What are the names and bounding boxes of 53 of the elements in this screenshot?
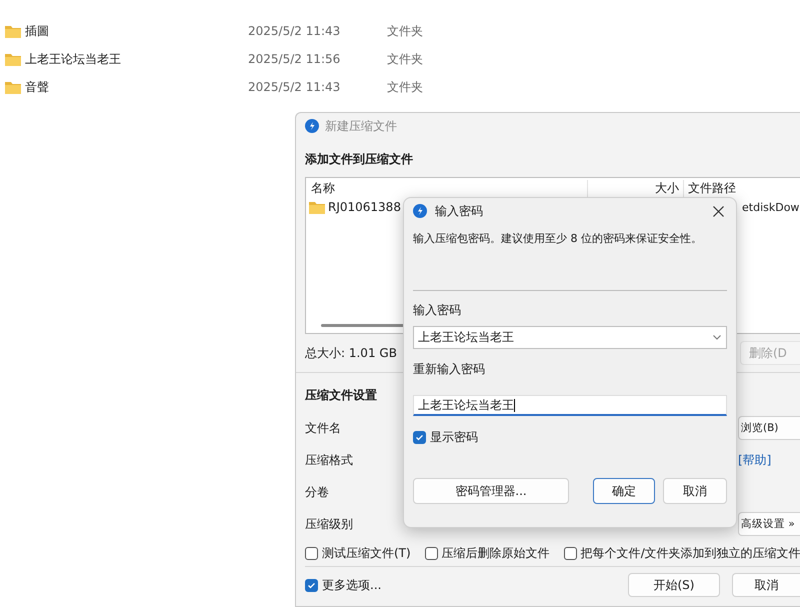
dialog-button[interactable]: 开始(S) <box>628 573 720 597</box>
check-icon <box>414 432 425 443</box>
checkbox-label: 显示密码 <box>430 429 478 446</box>
field-label: 压缩格式 <box>305 452 353 466</box>
checkbox[interactable] <box>305 578 318 592</box>
action-button[interactable]: 高级设置 » <box>738 512 800 536</box>
close-icon[interactable] <box>713 206 724 216</box>
field-label: 输入密码 <box>413 302 462 319</box>
field-label: 分卷 <box>305 484 329 498</box>
checkbox-label: 压缩后删除原始文件 <box>442 544 550 562</box>
modified-date: 2025/5/2 11:43 <box>247 80 342 94</box>
section-heading: 压缩文件设置 <box>305 387 378 404</box>
folder-icon <box>5 52 21 66</box>
total-size: 总大小: 1.01 GB <box>305 344 398 362</box>
checkbox[interactable] <box>413 431 426 444</box>
help-link[interactable]: [帮助] <box>738 452 772 468</box>
field-label: 压缩级别 <box>305 516 353 530</box>
window-title: 新建压缩文件 <box>325 118 397 134</box>
checkbox[interactable] <box>305 546 318 560</box>
dialog-button[interactable]: 确定 <box>593 478 655 504</box>
field-label: 文件名 <box>305 420 341 434</box>
column-header[interactable]: 文件路径 <box>684 180 736 196</box>
file-path: etdiskDow <box>742 200 800 214</box>
file-type: 文件夹 <box>386 50 423 68</box>
checkbox-label: 把每个文件/文件夹添加到独立的压缩文件 <box>580 544 800 562</box>
dialog-title: 输入密码 <box>435 204 483 218</box>
dialog-button[interactable]: 取消 <box>663 478 727 504</box>
folder-icon <box>5 24 21 38</box>
folder-icon <box>5 80 21 94</box>
chevron-icon <box>713 335 721 340</box>
section-heading: 添加文件到压缩文件 <box>305 151 414 168</box>
description: 输入压缩包密码。建议使用至少 8 位的密码来保证安全性。 <box>413 231 703 247</box>
file-name[interactable]: 插圖 <box>25 22 49 40</box>
checkbox[interactable] <box>424 546 438 560</box>
password-combobox[interactable]: 上老王论坛当老王 <box>413 326 727 349</box>
app-icon <box>305 119 319 133</box>
dialog-button[interactable]: 取消 <box>732 573 800 597</box>
checkbox-label: 测试压缩文件(T) <box>322 544 411 562</box>
input-field[interactable]: 上老王论坛当老王 <box>413 395 727 416</box>
folder-icon <box>309 200 325 214</box>
field-label: 重新输入密码 <box>413 361 486 378</box>
file-type: 文件夹 <box>386 22 423 40</box>
file-name[interactable]: 音聲 <box>25 78 49 96</box>
modified-date: 2025/5/2 11:56 <box>247 52 342 66</box>
dialog-button[interactable]: 密码管理器... <box>413 478 569 504</box>
action-button[interactable]: 浏览(B) <box>738 416 800 440</box>
checkbox[interactable] <box>564 546 577 560</box>
file-name[interactable]: 上老王论坛当老王 <box>25 50 121 68</box>
file-type: 文件夹 <box>386 78 423 96</box>
file-name[interactable]: RJ01061388 <box>328 200 401 214</box>
app-icon <box>413 204 427 218</box>
checkbox-label: 更多选项... <box>322 576 382 594</box>
modified-date: 2025/5/2 11:43 <box>247 24 342 38</box>
